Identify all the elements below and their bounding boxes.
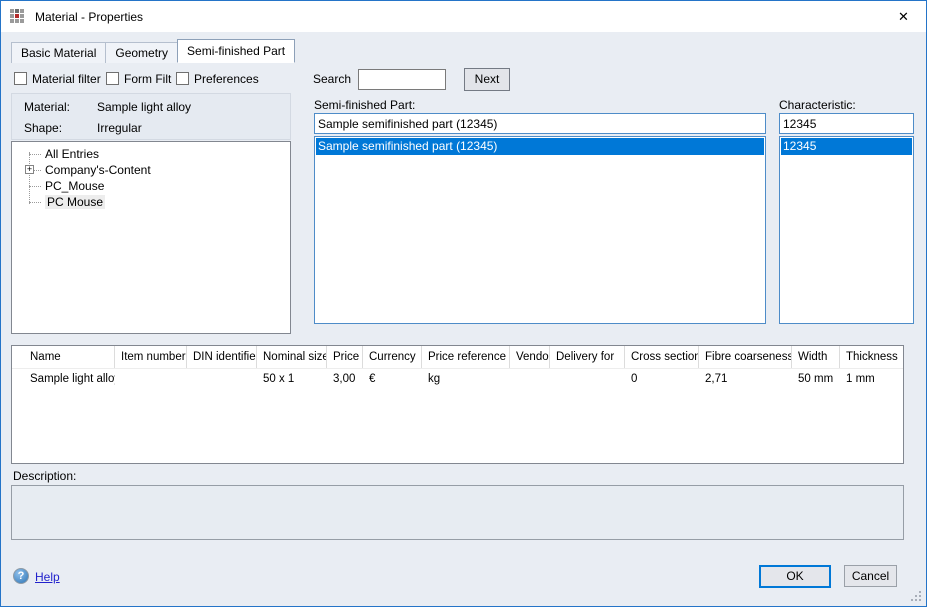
column-header-item-number[interactable]: Item number <box>115 346 187 368</box>
window-title: Material - Properties <box>35 10 143 24</box>
characteristic-list: 12345 <box>779 136 914 324</box>
help-link[interactable]: Help <box>35 570 60 584</box>
material-label: Material: <box>24 99 97 120</box>
column-header-currency[interactable]: Currency <box>363 346 422 368</box>
description-textarea[interactable] <box>11 485 904 540</box>
dialog-body: Basic Material Geometry Semi-finished Pa… <box>1 32 926 606</box>
expand-icon[interactable]: + <box>25 165 34 174</box>
column-header-thickness[interactable]: Thickness <box>840 346 903 368</box>
cell-currency: € <box>363 369 422 390</box>
semi-finished-part-input[interactable] <box>314 113 766 134</box>
shape-label: Shape: <box>24 120 97 141</box>
checkbox-icon[interactable] <box>14 72 27 85</box>
parts-table-header: Name Item number DIN identifier Nominal … <box>12 346 903 369</box>
tab-strip: Basic Material Geometry Semi-finished Pa… <box>11 39 294 63</box>
tab-basic-material[interactable]: Basic Material <box>11 42 106 63</box>
cell-delivery-for <box>550 369 625 390</box>
material-value: Sample light alloy <box>97 99 191 120</box>
cell-nominal-size: 50 x 1 <box>257 369 327 390</box>
characteristic-label: Characteristic: <box>779 98 856 112</box>
next-button[interactable]: Next <box>464 68 510 91</box>
cell-cross-section: 0 <box>625 369 699 390</box>
app-grid-icon <box>10 9 26 25</box>
column-header-cross-section[interactable]: Cross section <box>625 346 699 368</box>
table-row[interactable]: Sample light alloy 50 x 1 3,00 € kg 0 2,… <box>12 369 903 390</box>
cell-thickness: 1 mm <box>840 369 903 390</box>
category-tree: All Entries + Company's-Content PC_Mouse… <box>11 141 291 334</box>
list-item[interactable]: 12345 <box>781 138 912 155</box>
cell-vendor <box>510 369 550 390</box>
cell-name: Sample light alloy <box>12 369 115 390</box>
form-filt-checkbox[interactable]: Form Filt <box>106 71 171 86</box>
characteristic-input[interactable] <box>779 113 914 134</box>
tab-semi-finished-part[interactable]: Semi-finished Part <box>177 39 295 63</box>
column-header-price-reference[interactable]: Price reference <box>422 346 510 368</box>
semi-finished-part-label: Semi-finished Part: <box>314 98 415 112</box>
material-filter-label: Material filter <box>32 72 101 86</box>
list-item[interactable]: Sample semifinished part (12345) <box>316 138 764 155</box>
cell-item-number <box>115 369 187 390</box>
material-info-panel: Material: Sample light alloy Shape: Irre… <box>11 93 291 140</box>
column-header-din-identifier[interactable]: DIN identifier <box>187 346 257 368</box>
search-input[interactable] <box>358 69 446 90</box>
form-filt-label: Form Filt <box>124 72 171 86</box>
column-header-fibre-coarseness[interactable]: Fibre coarseness <box>699 346 792 368</box>
column-header-vendor[interactable]: Vendor <box>510 346 550 368</box>
column-header-nominal-size[interactable]: Nominal size <box>257 346 327 368</box>
checkbox-icon[interactable] <box>106 72 119 85</box>
tree-item-all-entries[interactable]: All Entries <box>12 146 290 162</box>
cell-din-identifier <box>187 369 257 390</box>
tree-item-pc_mouse[interactable]: PC_Mouse <box>12 178 290 194</box>
semi-finished-part-list: Sample semifinished part (12345) <box>314 136 766 324</box>
checkbox-icon[interactable] <box>176 72 189 85</box>
material-properties-dialog: Material - Properties ✕ Basic Material G… <box>0 0 927 607</box>
title-bar: Material - Properties ✕ <box>1 1 926 32</box>
parts-table: Name Item number DIN identifier Nominal … <box>11 345 904 464</box>
close-icon[interactable]: ✕ <box>881 1 926 32</box>
cell-price: 3,00 <box>327 369 363 390</box>
column-header-name[interactable]: Name <box>12 346 115 368</box>
description-label: Description: <box>13 469 76 483</box>
column-header-delivery-for[interactable]: Delivery for <box>550 346 625 368</box>
tree-item-pc-mouse[interactable]: PC Mouse <box>12 194 290 210</box>
cell-width: 50 mm <box>792 369 840 390</box>
cell-fibre-coarseness: 2,71 <box>699 369 792 390</box>
tree-item-companys-content[interactable]: + Company's-Content <box>12 162 290 178</box>
resize-grip-icon[interactable] <box>911 591 921 601</box>
shape-value: Irregular <box>97 120 142 141</box>
column-header-price[interactable]: Price <box>327 346 363 368</box>
help-icon[interactable]: ? <box>13 568 29 584</box>
material-filter-checkbox[interactable]: Material filter <box>14 71 101 86</box>
search-label: Search <box>313 72 351 86</box>
column-header-width[interactable]: Width <box>792 346 840 368</box>
cell-price-reference: kg <box>422 369 510 390</box>
tab-geometry[interactable]: Geometry <box>105 42 178 63</box>
ok-button[interactable]: OK <box>759 565 831 588</box>
cancel-button[interactable]: Cancel <box>844 565 897 587</box>
preferences-checkbox[interactable]: Preferences <box>176 71 259 86</box>
preferences-label: Preferences <box>194 72 259 86</box>
